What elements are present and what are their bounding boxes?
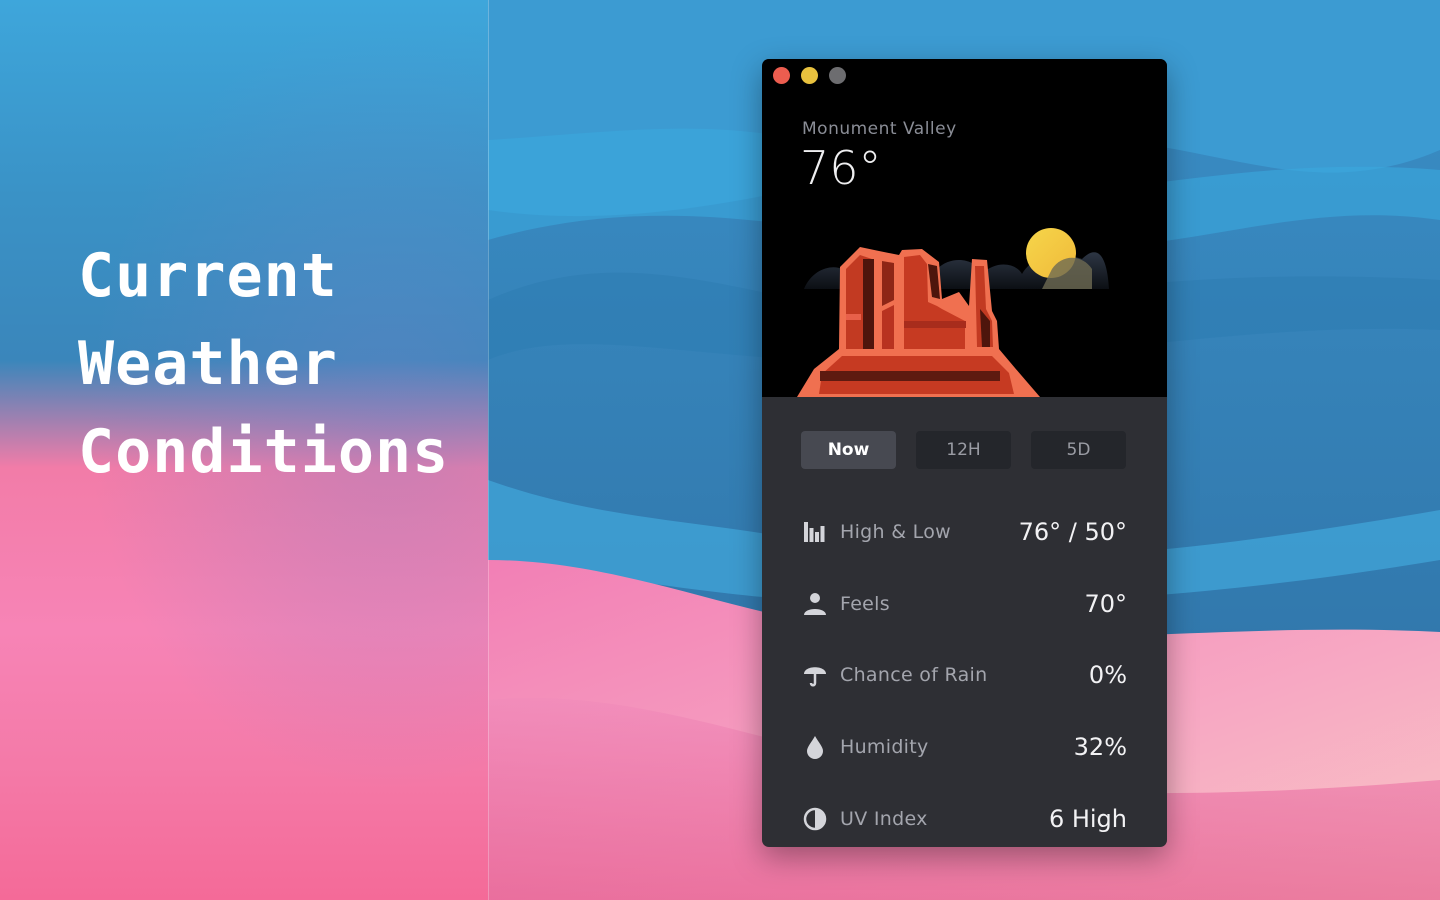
weather-header: Monument Valley 76° <box>762 59 1167 397</box>
tab-now[interactable]: Now <box>801 431 896 469</box>
location-name: Monument Valley <box>802 119 957 139</box>
headline-line: Weather <box>78 329 338 399</box>
monument-valley-illustration <box>797 228 1109 397</box>
row-high-low: High & Low 76° / 50° <box>802 517 1127 547</box>
minimize-button[interactable] <box>801 67 818 84</box>
weather-window: Monument Valley 76° Now 12H 5D High & Lo… <box>762 59 1167 847</box>
zoom-button[interactable] <box>829 67 846 84</box>
row-uv-index: UV Index 6 High <box>802 804 1127 834</box>
half-circle-icon <box>802 807 828 831</box>
bar-chart-icon <box>802 520 828 544</box>
umbrella-icon <box>802 663 828 687</box>
current-temperature: 76° <box>800 141 882 195</box>
row-feels: Feels 70° <box>802 589 1127 619</box>
row-label: Humidity <box>840 736 929 758</box>
row-humidity: Humidity 32% <box>802 732 1127 762</box>
row-value: 70° <box>1084 590 1127 618</box>
row-label: Chance of Rain <box>840 664 988 686</box>
droplet-icon <box>802 735 828 759</box>
close-button[interactable] <box>773 67 790 84</box>
row-value: 32% <box>1073 733 1127 761</box>
promo-headline: Current Weather Conditions <box>78 232 449 496</box>
forecast-tabs: Now 12H 5D <box>801 431 1126 469</box>
row-label: Feels <box>840 593 890 615</box>
row-label: High & Low <box>840 521 951 543</box>
row-label: UV Index <box>840 808 928 830</box>
person-icon <box>802 592 828 616</box>
row-value: 6 High <box>1048 805 1127 833</box>
headline-line: Current <box>78 241 338 311</box>
row-chance-of-rain: Chance of Rain 0% <box>802 660 1127 690</box>
row-value: 76° / 50° <box>1018 518 1127 546</box>
tab-5d[interactable]: 5D <box>1031 431 1126 469</box>
tab-12h[interactable]: 12H <box>916 431 1011 469</box>
row-value: 0% <box>1088 661 1127 689</box>
headline-line: Conditions <box>78 417 450 487</box>
